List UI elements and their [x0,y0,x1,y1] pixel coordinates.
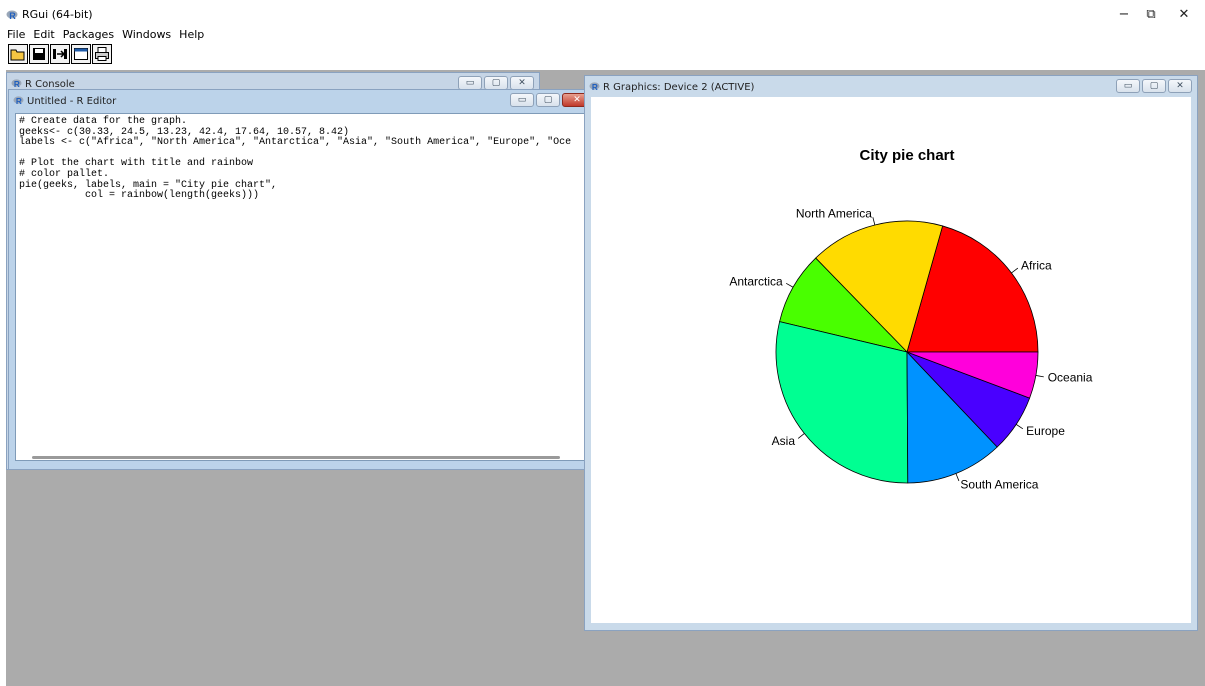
toolbar [8,44,113,66]
menu-packages[interactable]: Packages [59,27,118,43]
code-line: # color pallet. [19,168,110,180]
horizontal-scrollbar[interactable] [32,456,560,459]
slice-label: Africa [1021,259,1052,273]
app-title: RGui (64-bit) [22,8,93,21]
graphics-minimize-button[interactable]: ▭ [1116,79,1140,93]
r-logo-icon: R [6,10,18,21]
pie-chart: City pie chart Africa North America Antarc… [729,147,1093,492]
r-editor-window[interactable]: R Untitled - R Editor ▭ ▢ ✕ # Create data … [8,89,598,470]
code-line: labels <- c("Africa", "North America", "… [19,137,572,149]
graphics-close-button[interactable]: ✕ [1168,79,1192,93]
plot-area: City pie chart Africa North America Antarc… [591,97,1191,623]
r-graphics-window[interactable]: R R Graphics: Device 2 (ACTIVE) ▭ ▢ ✕ City… [584,75,1198,631]
label-tick [785,282,794,288]
label-tick [1035,375,1044,378]
graphics-maximize-button[interactable]: ▢ [1142,79,1166,93]
svg-text:R: R [9,11,16,21]
chart-title: City pie chart [859,147,954,164]
console-close-button[interactable]: ✕ [510,76,534,90]
print-icon[interactable] [92,44,112,64]
editor-title-bar[interactable]: R Untitled - R Editor ▭ ▢ ✕ [9,90,597,112]
menu-windows[interactable]: Windows [118,27,175,43]
slice-label: Antarctica [729,274,783,288]
console-minimize-button[interactable]: ▭ [458,76,482,90]
label-tick [872,217,876,226]
svg-text:R: R [14,80,20,89]
load-workspace-icon[interactable] [50,44,70,64]
slice-label: Asia [772,434,796,448]
graphics-title: R Graphics: Device 2 (ACTIVE) [603,82,755,93]
svg-text:R: R [592,83,598,92]
code-line: col = rainbow(length(geeks))) [19,190,260,202]
slice-label: Oceania [1048,371,1093,385]
r-logo-icon: R [11,79,22,89]
svg-text:R: R [16,97,22,106]
app-title-bar: R RGui (64-bit) − ⧉ ✕ [0,0,1205,28]
menu-bar: File Edit Packages Windows Help [0,27,1205,43]
code-line: # Create data for the graph. [19,116,188,127]
editor-maximize-button[interactable]: ▢ [536,93,560,107]
r-logo-icon: R [589,82,600,92]
open-script-icon[interactable] [8,44,28,64]
menu-edit[interactable]: Edit [29,27,58,43]
label-tick [1015,424,1024,430]
code-block[interactable]: # Create data for the graph. geeks<- c(30… [16,114,590,202]
menu-file[interactable]: File [0,27,29,43]
menu-help[interactable]: Help [175,27,208,43]
editor-minimize-button[interactable]: ▭ [510,93,534,107]
slice-label: North America [796,206,872,220]
slice-label: South America [960,478,1038,492]
r-logo-icon: R [13,96,24,106]
editor-text-area[interactable]: # Create data for the graph. geeks<- c(30… [15,113,591,461]
save-icon[interactable] [29,44,49,64]
close-button[interactable]: ✕ [1164,4,1204,26]
label-tick [1011,267,1019,274]
editor-title: Untitled - R Editor [27,96,117,107]
slice-label: Europe [1026,424,1065,438]
label-tick [955,473,960,482]
label-tick [797,433,805,439]
window-icon[interactable] [71,44,91,64]
graphics-title-bar[interactable]: R R Graphics: Device 2 (ACTIVE) ▭ ▢ ✕ [585,76,1197,98]
console-maximize-button[interactable]: ▢ [484,76,508,90]
